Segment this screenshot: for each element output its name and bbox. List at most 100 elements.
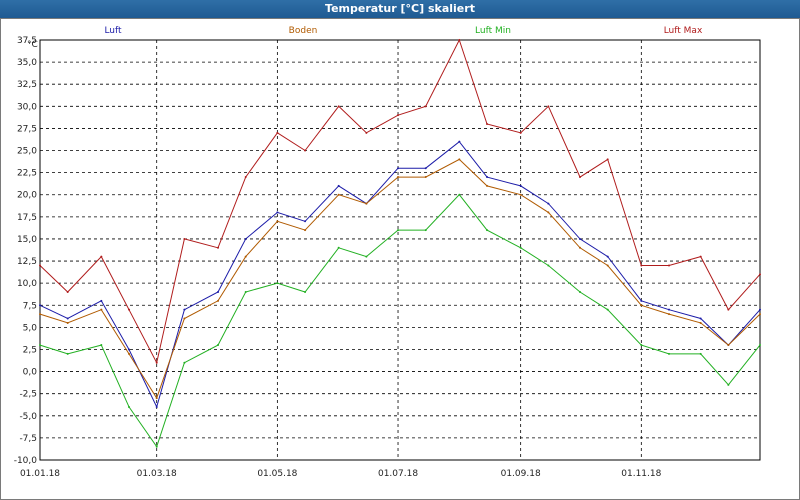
x-tick-label: 01.03.18 (137, 469, 177, 479)
y-tick-label: -10,0 (14, 456, 38, 466)
data-point (579, 237, 581, 240)
data-point (699, 255, 702, 258)
data-point (39, 313, 41, 316)
data-point (39, 264, 41, 267)
legend-entry: Luft Max (664, 26, 703, 36)
data-point (365, 202, 368, 205)
data-point (39, 304, 41, 307)
data-point (66, 352, 69, 355)
data-point (519, 193, 522, 196)
data-point (365, 131, 368, 134)
data-point (640, 304, 643, 307)
data-point (397, 176, 400, 179)
data-point (397, 229, 400, 232)
data-point (759, 308, 761, 311)
data-point (365, 255, 368, 258)
data-point (244, 176, 247, 179)
data-point (640, 264, 643, 267)
data-point (640, 344, 643, 347)
data-point (128, 352, 131, 355)
data-point (66, 291, 69, 293)
data-point (128, 348, 131, 351)
y-tick-label: 0,0 (23, 368, 38, 378)
data-point (397, 114, 400, 117)
data-point (217, 299, 220, 302)
y-tick-label: -7,5 (19, 434, 37, 444)
y-axis-unit: °C (27, 40, 38, 50)
data-point (100, 255, 103, 258)
data-point (276, 211, 279, 214)
data-point (100, 308, 103, 311)
data-point (606, 255, 609, 258)
data-point (759, 273, 761, 276)
data-point (66, 321, 69, 324)
y-tick-label: 20,0 (17, 191, 37, 201)
data-point (458, 193, 461, 196)
y-tick-label: 2,5 (23, 345, 37, 355)
data-point (337, 105, 340, 108)
data-point (606, 158, 609, 161)
data-point (547, 264, 550, 267)
x-tick-label: 01.01.18 (20, 469, 60, 479)
data-point (424, 167, 427, 170)
data-point (183, 361, 186, 364)
y-axis-ticks: 37,535,032,530,027,525,022,520,017,515,0… (14, 36, 38, 466)
data-point (100, 344, 103, 347)
data-point (699, 352, 702, 355)
legend-entry: Boden (289, 26, 318, 36)
data-point (424, 176, 427, 179)
y-tick-label: 22,5 (17, 169, 37, 179)
data-point (66, 317, 69, 320)
data-point (100, 299, 103, 302)
y-tick-label: -5,0 (19, 412, 37, 422)
data-point (217, 246, 220, 249)
data-point (699, 317, 702, 320)
data-point (606, 264, 609, 267)
data-point (337, 246, 340, 249)
data-point (458, 158, 461, 161)
data-point (276, 131, 279, 134)
data-point (547, 202, 550, 205)
plot-area (39, 39, 761, 461)
y-tick-label: 25,0 (17, 147, 37, 157)
data-point (276, 282, 279, 285)
y-tick-label: -2,5 (19, 390, 37, 400)
legend-entry: Luft (104, 26, 122, 36)
data-point (304, 149, 307, 152)
data-point (155, 361, 158, 364)
data-point (486, 123, 489, 125)
data-point (486, 176, 489, 179)
data-point (217, 344, 220, 347)
data-point (458, 39, 461, 41)
data-point (183, 308, 186, 311)
data-point (155, 445, 158, 448)
x-tick-label: 01.11.18 (621, 469, 661, 479)
data-point (579, 176, 581, 179)
y-tick-label: 35,0 (17, 58, 37, 68)
data-point (579, 291, 581, 293)
data-point (244, 237, 247, 240)
data-point (304, 220, 307, 223)
y-tick-label: 32,5 (17, 80, 37, 90)
data-point (486, 229, 489, 232)
data-point (183, 317, 186, 320)
data-point (304, 229, 307, 232)
data-point (217, 291, 220, 293)
data-point (183, 237, 186, 240)
y-tick-label: 15,0 (17, 235, 37, 245)
data-point (519, 184, 522, 187)
data-point (424, 105, 427, 108)
data-point (727, 344, 730, 347)
data-point (547, 105, 550, 108)
data-point (519, 246, 522, 249)
data-point (759, 313, 761, 316)
data-point (155, 397, 158, 400)
data-point (397, 167, 400, 170)
data-point (547, 211, 550, 214)
data-point (458, 140, 461, 143)
data-point (276, 220, 279, 223)
data-point (640, 299, 643, 302)
data-point (668, 313, 671, 316)
data-point (579, 246, 581, 249)
y-tick-label: 30,0 (17, 102, 37, 112)
